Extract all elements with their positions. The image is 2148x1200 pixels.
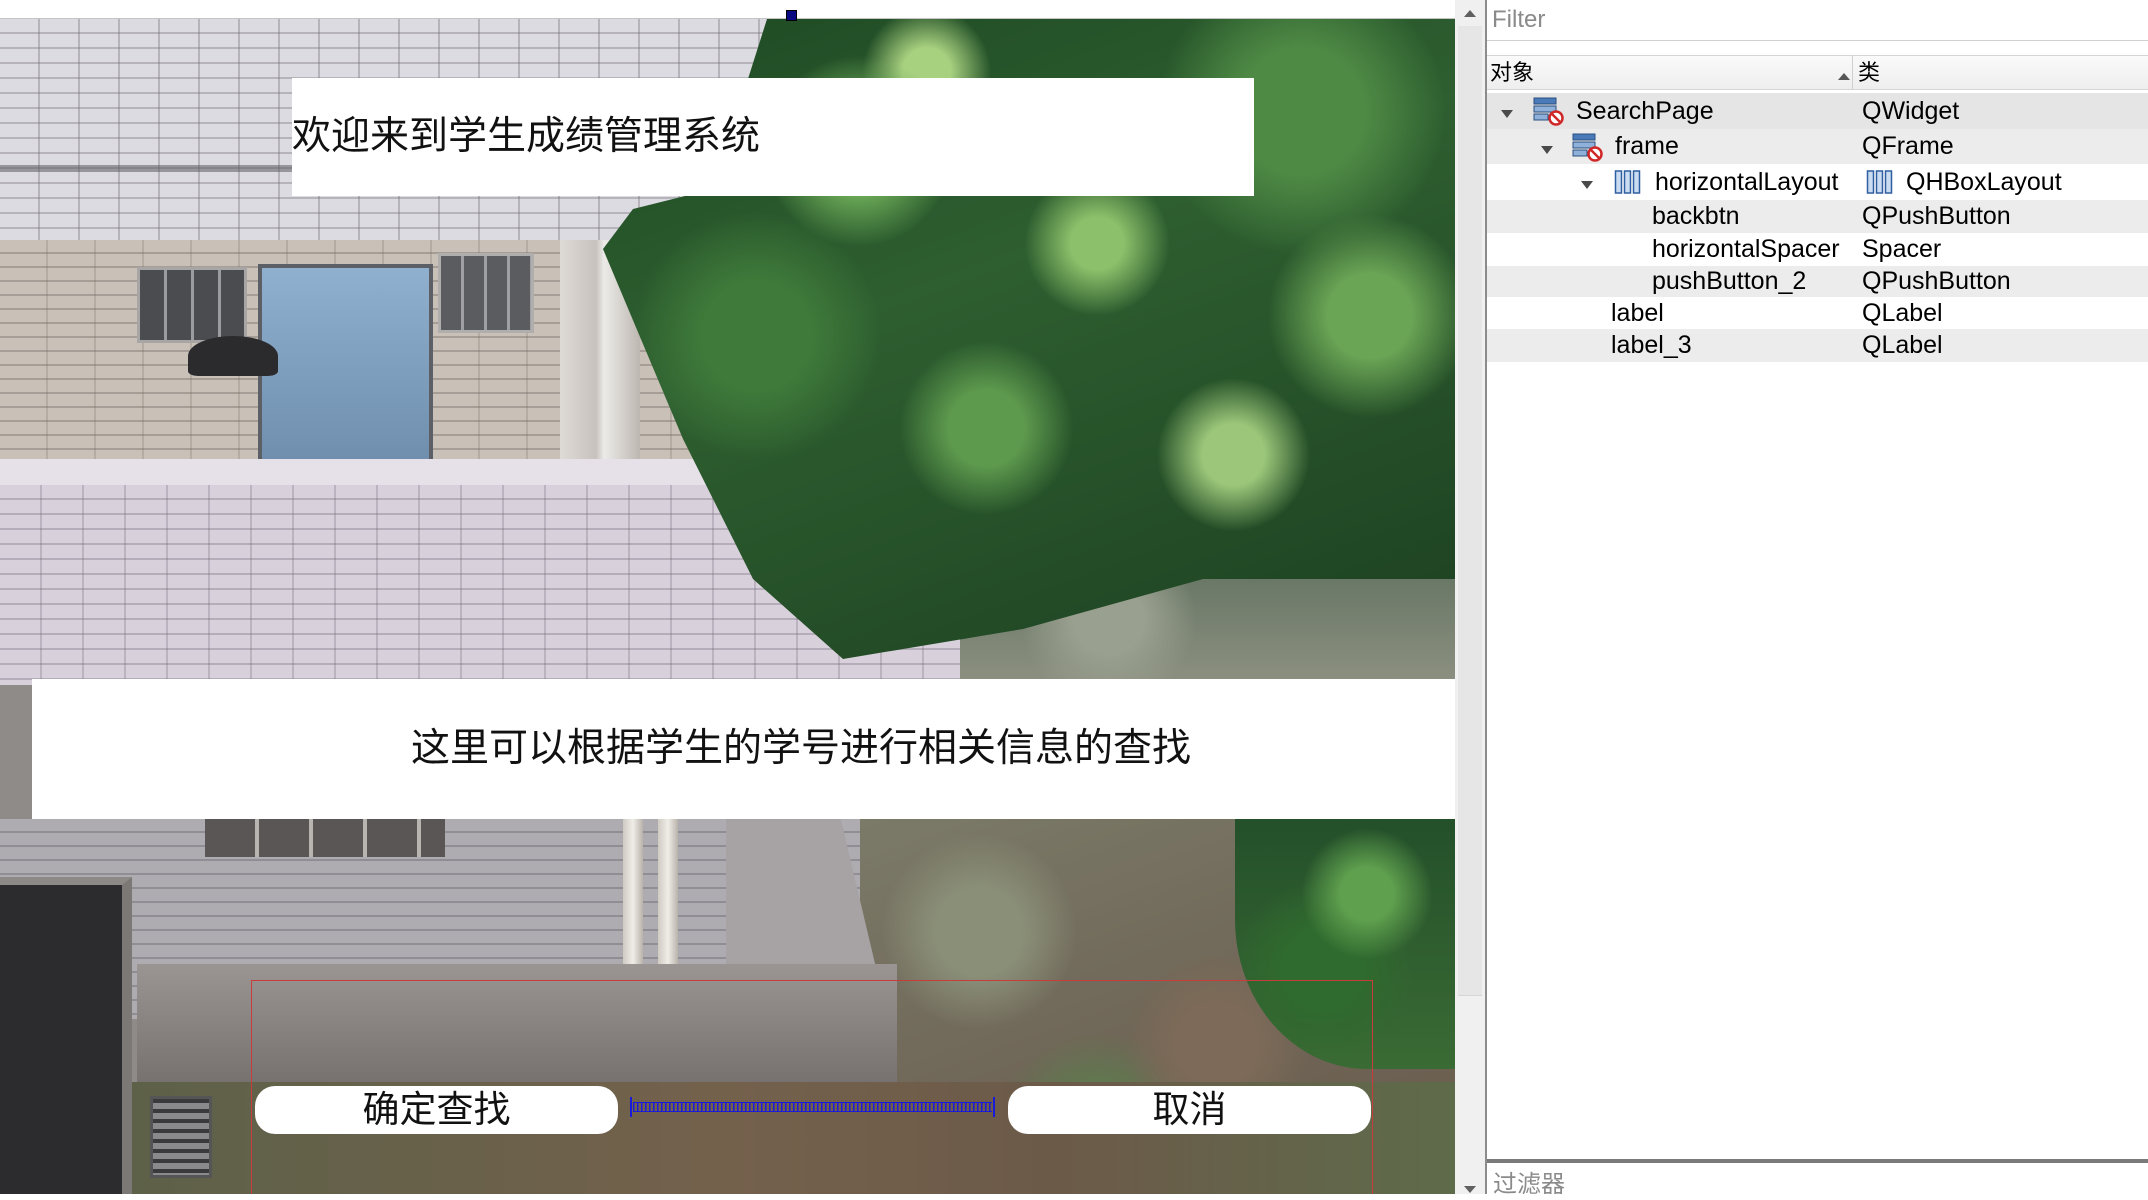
tree-row-label[interactable]: label QLabel — [1487, 297, 2148, 329]
tree-row-backbtn[interactable]: backbtn QPushButton — [1487, 200, 2148, 233]
background-photo-window — [438, 253, 534, 333]
tree-object-name: horizontalLayout — [1655, 168, 1839, 196]
hbox-layout-icon — [1614, 169, 1641, 200]
property-filter-placeholder: 过滤器 — [1493, 1170, 1565, 1194]
expand-arrow-icon[interactable] — [1500, 106, 1514, 118]
label-welcome-title[interactable]: 欢迎来到学生成绩管理系统 — [292, 78, 1254, 196]
scroll-down-arrow-icon[interactable] — [1462, 1182, 1478, 1194]
object-filter-placeholder: Filter — [1492, 6, 1546, 33]
background-photo-ledge-cap — [0, 459, 760, 485]
form-broken-layout-icon — [1571, 132, 1604, 167]
tree-row-horizontalspacer[interactable]: horizontalSpacer Spacer — [1487, 233, 2148, 266]
tree-object-name: label — [1611, 299, 1664, 327]
tree-class-name: QWidget — [1862, 97, 1960, 125]
tree-object-name: backbtn — [1652, 202, 1740, 230]
form-broken-layout-icon — [1532, 96, 1565, 131]
tree-object-name: frame — [1615, 132, 1679, 160]
spacer-coil — [633, 1102, 992, 1112]
tree-class-name: QHBoxLayout — [1906, 168, 2062, 196]
scroll-up-arrow-icon[interactable] — [1462, 6, 1478, 18]
tree-row-pushbutton-2[interactable]: pushButton_2 QPushButton — [1487, 266, 2148, 297]
confirm-search-button[interactable]: 确定查找 — [255, 1086, 618, 1134]
tree-class-name: QFrame — [1862, 132, 1954, 160]
tree-object-name: horizontalSpacer — [1652, 235, 1840, 263]
horizontal-spacer[interactable] — [630, 1097, 995, 1117]
spacer-end-right — [993, 1097, 995, 1117]
background-photo-lower-windows — [205, 819, 445, 857]
object-tree-header: 对象 类 — [1487, 55, 2148, 90]
expand-arrow-icon[interactable] — [1580, 177, 1594, 189]
sort-ascending-icon — [1837, 68, 1851, 80]
tree-object-name: label_3 — [1611, 331, 1692, 359]
background-photo-window — [137, 267, 247, 343]
background-photo-dark-structure — [0, 877, 132, 1194]
spacer-end-left — [630, 1097, 632, 1117]
tree-class-name: QLabel — [1862, 331, 1943, 359]
tree-object-name: SearchPage — [1576, 97, 1714, 125]
tree-row-frame[interactable]: frame QFrame — [1487, 129, 2148, 164]
label-3-description-text: 这里可以根据学生的学号进行相关信息的查找 — [411, 726, 1192, 771]
column-header-object-label: 对象 — [1490, 61, 1535, 86]
background-photo-pipe — [658, 819, 678, 979]
cancel-button[interactable]: 取消 — [1008, 1086, 1371, 1134]
tree-class-name: QLabel — [1862, 299, 1943, 327]
form-top-margin — [0, 0, 1455, 19]
hbox-layout-icon — [1866, 169, 1893, 200]
selection-handle[interactable] — [786, 10, 797, 21]
column-header-object[interactable]: 对象 — [1487, 56, 1852, 89]
dock-separator[interactable] — [1487, 1159, 2148, 1163]
tree-row-searchpage[interactable]: SearchPage QWidget — [1487, 93, 2148, 129]
tree-object-name: pushButton_2 — [1652, 267, 1807, 295]
background-photo-blue-door — [258, 264, 433, 480]
background-photo-umbrella — [188, 336, 278, 376]
tree-class-name: QPushButton — [1862, 202, 2011, 230]
property-filter-input[interactable]: 过滤器 — [1487, 1166, 2148, 1194]
background-photo-chair — [150, 1096, 212, 1178]
object-filter-input[interactable]: Filter — [1487, 0, 2148, 41]
tree-class-name: QPushButton — [1862, 267, 2011, 295]
label-3-description[interactable]: 这里可以根据学生的学号进行相关信息的查找 — [32, 679, 1455, 819]
column-header-class-label: 类 — [1858, 61, 1881, 86]
designer-form-area[interactable]: 欢迎来到学生成绩管理系统 这里可以根据学生的学号进行相关信息的查找 确定查找 取… — [0, 0, 1455, 1194]
tree-class-name: Spacer — [1862, 235, 1942, 263]
expand-arrow-icon[interactable] — [1540, 142, 1554, 154]
column-header-class[interactable]: 类 — [1853, 56, 2148, 89]
label-welcome-title-text: 欢迎来到学生成绩管理系统 — [292, 114, 761, 159]
scrollbar-thumb[interactable] — [1458, 26, 1482, 996]
tree-row-horizontallayout[interactable]: horizontalLayout QHBoxLayout — [1487, 164, 2148, 200]
search-page-form[interactable]: 欢迎来到学生成绩管理系统 这里可以根据学生的学号进行相关信息的查找 确定查找 取… — [0, 19, 1455, 1194]
tree-row-label-3[interactable]: label_3 QLabel — [1487, 329, 2148, 362]
